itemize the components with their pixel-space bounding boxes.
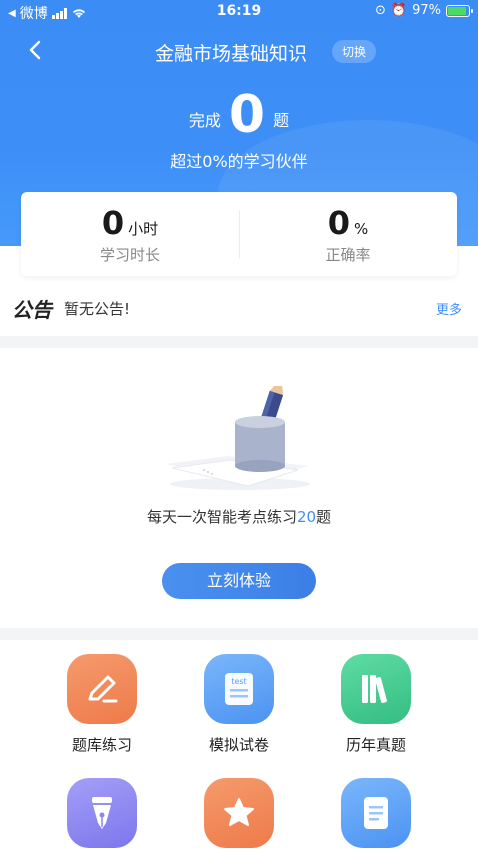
alarm-icon: ⏰ bbox=[390, 3, 408, 18]
battery-percent: 97% bbox=[412, 3, 441, 18]
document-icon bbox=[341, 778, 411, 848]
accuracy-stat: 0% 正确率 bbox=[239, 204, 457, 265]
try-now-button[interactable]: 立刻体验 bbox=[162, 563, 316, 599]
smart-practice-card: 每天一次智能考点练习20题 立刻体验 bbox=[0, 348, 478, 628]
test-paper-icon: test bbox=[204, 654, 274, 724]
pencil-cup-illustration bbox=[166, 386, 310, 490]
star-icon bbox=[204, 778, 274, 848]
notice-logo: 公告 bbox=[12, 298, 52, 322]
menu-item-mock-exam[interactable]: test 模拟试卷 bbox=[179, 654, 299, 755]
notice-text: 暂无公告! bbox=[64, 300, 131, 318]
daily-practice-text: 每天一次智能考点练习20题 bbox=[0, 506, 478, 527]
stats-card: 0 小时 学习时长 0% 正确率 bbox=[21, 192, 457, 276]
menu-item-label: 模拟试卷 bbox=[208, 736, 269, 754]
feature-menu-grid: 题库练习 test 模拟试卷 历年真题 bbox=[0, 640, 478, 850]
menu-item-label: 历年真题 bbox=[345, 736, 406, 754]
accuracy-value: 0 bbox=[327, 204, 350, 242]
pencil-icon bbox=[67, 654, 137, 724]
books-icon bbox=[341, 654, 411, 724]
menu-item-question-bank[interactable]: 题库练习 bbox=[42, 654, 162, 755]
menu-item-past-exams[interactable]: 历年真题 bbox=[316, 654, 436, 755]
orientation-lock-icon: ⊙ bbox=[375, 3, 386, 18]
nav-bar: 金融市场基础知识 切换 bbox=[0, 30, 478, 74]
pen-nib-icon bbox=[67, 778, 137, 848]
accuracy-unit: % bbox=[354, 220, 369, 238]
done-prefix: 完成 bbox=[188, 111, 221, 130]
status-right: ⊙ ⏰ 97% bbox=[375, 3, 473, 18]
study-time-unit: 小时 bbox=[128, 220, 159, 238]
daily-prefix: 每天一次智能考点练习 bbox=[146, 508, 297, 526]
accuracy-label: 正确率 bbox=[325, 246, 371, 264]
study-time-value: 0 bbox=[101, 204, 125, 242]
done-count: 0 bbox=[228, 85, 266, 145]
notice-bar: 公告 暂无公告! 更多 bbox=[0, 282, 478, 334]
study-time-label: 学习时长 bbox=[99, 246, 160, 264]
back-chevron-icon[interactable] bbox=[24, 38, 48, 62]
done-suffix: 题 bbox=[273, 111, 290, 130]
battery-icon bbox=[446, 4, 473, 17]
daily-suffix: 题 bbox=[316, 508, 332, 526]
peer-ranking-text: 超过0%的学习伙伴 bbox=[170, 152, 308, 171]
daily-count: 20 bbox=[296, 508, 317, 526]
menu-item-favorites[interactable] bbox=[179, 778, 299, 848]
completed-count-line: 完成 0 题 bbox=[0, 88, 478, 142]
switch-subject-button[interactable]: 切换 bbox=[332, 40, 377, 63]
notice-more-link[interactable]: 更多 bbox=[436, 299, 462, 318]
menu-item-pen[interactable] bbox=[42, 778, 162, 848]
menu-item-label: 题库练习 bbox=[71, 736, 132, 754]
menu-item-notes[interactable] bbox=[316, 778, 436, 848]
page-title: 金融市场基础知识 bbox=[155, 43, 308, 65]
study-time-stat: 0 小时 学习时长 bbox=[21, 204, 239, 265]
status-bar: ◀ 微博 16:19 ⊙ ⏰ 97% bbox=[0, 0, 478, 24]
svg-text:test: test bbox=[231, 677, 246, 686]
